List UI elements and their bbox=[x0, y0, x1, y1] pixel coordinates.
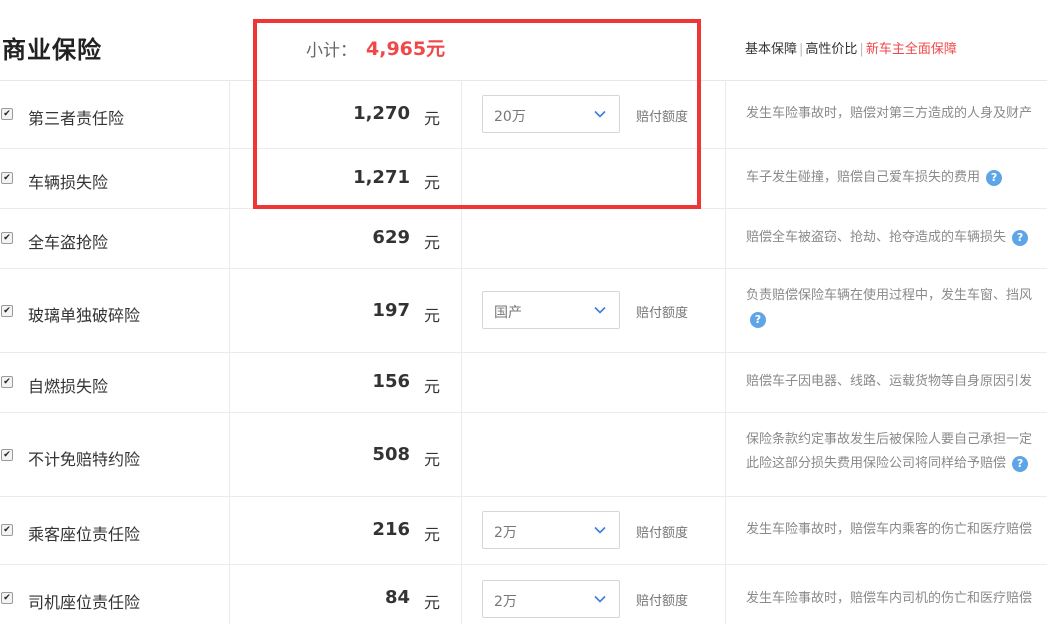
insurance-checkbox[interactable]: ✔ bbox=[1, 592, 13, 604]
price-unit: 元 bbox=[424, 450, 441, 469]
help-icon[interactable]: ? bbox=[750, 311, 766, 328]
coverage-select[interactable]: 2万 bbox=[482, 511, 620, 549]
chevron-down-icon bbox=[594, 595, 606, 603]
insurance-description: 发生车险事故时，赔偿车内司机的伤亡和医疗赔偿 bbox=[746, 587, 1047, 611]
coverage-select[interactable]: 国产 bbox=[482, 291, 620, 329]
insurance-price: 629 bbox=[372, 227, 410, 248]
insurance-checkbox[interactable]: ✔ bbox=[1, 305, 13, 317]
insurance-row: ✔ 不计免赔特约险 508 元 保险条款约定事故发生后被保险人要自己承担一定 此险… bbox=[0, 412, 1047, 497]
insurance-name: 全车盗抢险 bbox=[28, 233, 109, 252]
help-icon[interactable]: ? bbox=[1012, 229, 1029, 246]
help-icon[interactable]: ? bbox=[1012, 455, 1029, 472]
insurance-row: ✔ 全车盗抢险 629 元 赔偿全车被盗窃、抢劫、抢夺造成的车辆损失? bbox=[0, 208, 1047, 269]
insurance-price: 508 bbox=[372, 444, 410, 465]
description-text: 发生车险事故时，赔偿车内司机的伤亡和医疗赔偿 bbox=[746, 591, 1033, 606]
insurance-checkbox[interactable]: ✔ bbox=[1, 172, 13, 184]
coverage-select[interactable]: 2万 bbox=[482, 580, 620, 618]
help-icon[interactable]: ? bbox=[986, 169, 1003, 186]
price-unit: 元 bbox=[424, 233, 441, 252]
insurance-description: 赔偿车子因电器、线路、运载货物等自身原因引发 bbox=[746, 370, 1047, 394]
price-unit: 元 bbox=[424, 525, 441, 544]
description-text: 赔偿全车被盗窃、抢劫、抢夺造成的车辆损失 bbox=[746, 230, 1007, 245]
plan-tab-value[interactable]: 高性价比 bbox=[805, 42, 857, 57]
description-text: 车子发生碰撞，赔偿自己爱车损失的费用 bbox=[746, 170, 981, 185]
insurance-name: 乘客座位责任险 bbox=[28, 525, 141, 544]
coverage-select-value: 2万 bbox=[494, 594, 517, 610]
insurance-name: 第三者责任险 bbox=[28, 109, 125, 128]
description-text-2: 此险这部分损失费用保险公司将同样给予赔偿 bbox=[746, 456, 1007, 471]
price-unit: 元 bbox=[424, 593, 441, 612]
claim-limit-label: 赔付额度 bbox=[636, 306, 689, 321]
description-text: 负责赔偿保险车辆在使用过程中，发生车窗、挡风 bbox=[746, 288, 1033, 303]
insurance-price: 156 bbox=[372, 371, 410, 392]
description-text: 发生车险事故时，赔偿对第三方造成的人身及财产 bbox=[746, 106, 1033, 121]
highlight-box bbox=[253, 19, 701, 209]
insurance-row: ✔ 自燃损失险 156 元 赔偿车子因电器、线路、运载货物等自身原因引发 bbox=[0, 352, 1047, 413]
insurance-name: 车辆损失险 bbox=[28, 173, 109, 192]
insurance-description: 发生车险事故时，赔偿车内乘客的伤亡和医疗赔偿 bbox=[746, 518, 1047, 542]
insurance-checkbox[interactable]: ✔ bbox=[1, 232, 13, 244]
insurance-description: 车子发生碰撞，赔偿自己爱车损失的费用? bbox=[746, 166, 1047, 190]
plan-tabs: 基本保障 | 高性价比 | 新车主全面保障 bbox=[745, 38, 957, 57]
section-title: 商业保险 bbox=[2, 36, 102, 64]
insurance-checkbox[interactable]: ✔ bbox=[1, 108, 13, 120]
insurance-price: 84 bbox=[384, 587, 410, 608]
tab-separator: | bbox=[799, 42, 804, 57]
tab-separator: | bbox=[859, 42, 864, 57]
insurance-name: 玻璃单独破碎险 bbox=[28, 306, 141, 325]
insurance-description: 发生车险事故时，赔偿对第三方造成的人身及财产 bbox=[746, 102, 1047, 126]
insurance-description: 保险条款约定事故发生后被保险人要自己承担一定 此险这部分损失费用保险公司将同样给予… bbox=[746, 428, 1047, 476]
insurance-row: ✔ 司机座位责任险 84 元 2万 赔付额度 发生车险事故时，赔偿车内司机的伤亡… bbox=[0, 564, 1047, 624]
description-text: 发生车险事故时，赔偿车内乘客的伤亡和医疗赔偿 bbox=[746, 522, 1033, 537]
plan-tab-basic[interactable]: 基本保障 bbox=[745, 42, 797, 57]
claim-limit-label: 赔付额度 bbox=[636, 526, 689, 541]
price-unit: 元 bbox=[424, 306, 441, 325]
insurance-description: 赔偿全车被盗窃、抢劫、抢夺造成的车辆损失? bbox=[746, 226, 1047, 250]
insurance-price: 216 bbox=[372, 519, 410, 540]
insurance-checkbox[interactable]: ✔ bbox=[1, 524, 13, 536]
chevron-down-icon bbox=[594, 526, 606, 534]
insurance-description: 负责赔偿保险车辆在使用过程中，发生车窗、挡风? bbox=[746, 284, 1047, 332]
coverage-select-value: 国产 bbox=[494, 305, 522, 321]
description-text: 保险条款约定事故发生后被保险人要自己承担一定 bbox=[746, 432, 1033, 447]
insurance-row: ✔ 玻璃单独破碎险 197 元 国产 赔付额度 负责赔偿保险车辆在使用过程中，发… bbox=[0, 268, 1047, 353]
insurance-checkbox[interactable]: ✔ bbox=[1, 376, 13, 388]
chevron-down-icon bbox=[594, 306, 606, 314]
insurance-row: ✔ 乘客座位责任险 216 元 2万 赔付额度 发生车险事故时，赔偿车内乘客的伤… bbox=[0, 496, 1047, 565]
insurance-price: 197 bbox=[372, 300, 410, 321]
insurance-name: 不计免赔特约险 bbox=[28, 450, 141, 469]
price-unit: 元 bbox=[424, 377, 441, 396]
claim-limit-label: 赔付额度 bbox=[636, 594, 689, 609]
plan-tab-new-owner[interactable]: 新车主全面保障 bbox=[866, 42, 957, 57]
insurance-name: 司机座位责任险 bbox=[28, 593, 141, 612]
coverage-select-value: 2万 bbox=[494, 525, 517, 541]
insurance-name: 自燃损失险 bbox=[28, 377, 109, 396]
description-text: 赔偿车子因电器、线路、运载货物等自身原因引发 bbox=[746, 374, 1033, 389]
insurance-checkbox[interactable]: ✔ bbox=[1, 449, 13, 461]
